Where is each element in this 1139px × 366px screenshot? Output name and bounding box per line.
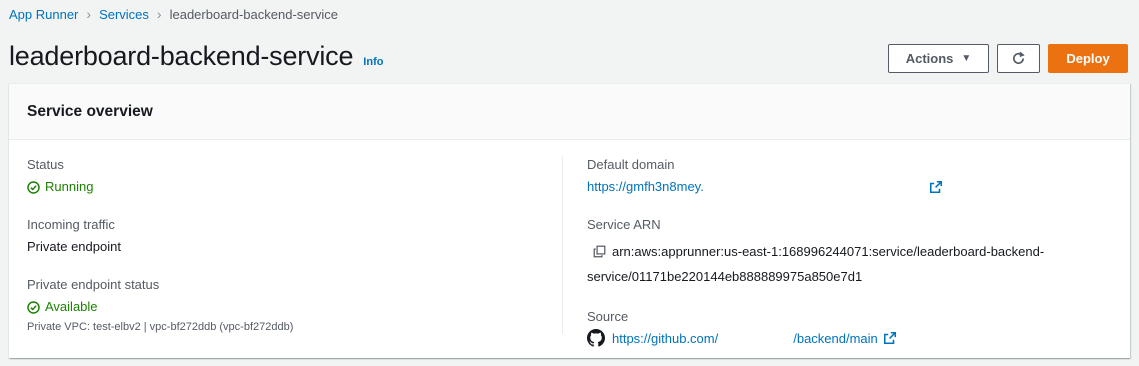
chevron-right-icon: › <box>156 6 162 22</box>
info-link[interactable]: Info <box>363 56 383 68</box>
service-arn-value: arn:aws:apprunner:us-east-1:168996244071… <box>587 239 1107 289</box>
source-link-suffix: /backend/main <box>793 330 878 346</box>
service-arn-line1: arn:aws:apprunner:us-east-1:168996244071… <box>612 244 1045 259</box>
check-circle-icon <box>27 300 40 314</box>
refresh-button[interactable] <box>997 44 1040 73</box>
source-link-prefix: https://github.com/ <box>612 330 719 346</box>
source-label: Source <box>587 309 629 324</box>
breadcrumb-services[interactable]: Services <box>99 7 149 22</box>
private-endpoint-status-text: Available <box>45 299 98 314</box>
deploy-button[interactable]: Deploy <box>1048 44 1128 73</box>
breadcrumb-current: leaderboard-backend-service <box>169 6 338 22</box>
status-field: Status Running <box>27 156 547 197</box>
service-arn-label: Service ARN <box>587 217 661 232</box>
status-value: Running <box>27 177 547 197</box>
page-title: leaderboard-backend-service <box>9 41 354 71</box>
external-link-icon[interactable] <box>883 331 897 345</box>
panel-title: Service overview <box>27 102 153 120</box>
service-arn-line2: service/01171be220144eb888889975a850e7d1 <box>587 269 863 284</box>
column-divider <box>562 156 563 334</box>
service-overview-panel: Service overview Status Running Incoming… <box>9 83 1130 358</box>
chevron-right-icon: › <box>86 6 92 22</box>
actions-button-label: Actions <box>905 51 954 66</box>
source-link[interactable]: https://github.com/ /backend/main <box>612 331 878 346</box>
left-column: Status Running Incoming traffic Private … <box>27 156 547 352</box>
refresh-icon <box>1013 51 1025 64</box>
incoming-traffic-field: Incoming traffic Private endpoint <box>27 216 547 257</box>
breadcrumb-app-runner[interactable]: App Runner <box>9 7 78 22</box>
title-row: leaderboard-backend-service Info <box>9 41 383 72</box>
external-link-icon[interactable] <box>929 180 943 194</box>
private-endpoint-status-field: Private endpoint status Available Privat… <box>27 276 547 333</box>
default-domain-link[interactable]: https://gmfh3n8mey. <box>587 177 704 197</box>
source-row: https://github.com/ /backend/main <box>587 329 1107 347</box>
source-field: Source https://github.com/ /backend/main <box>587 308 1107 347</box>
actions-button[interactable]: Actions ▼ <box>888 44 989 73</box>
right-column: Default domain https://gmfh3n8mey. Servi… <box>587 156 1107 366</box>
private-endpoint-status-label: Private endpoint status <box>27 277 160 292</box>
service-arn-field: Service ARN arn:aws:apprunner:us-east-1:… <box>587 216 1107 289</box>
private-endpoint-status-value: Available <box>27 297 547 317</box>
default-domain-row: https://gmfh3n8mey. <box>587 177 1107 197</box>
incoming-traffic-value: Private endpoint <box>27 239 121 254</box>
status-text: Running <box>45 179 94 194</box>
private-vpc-detail: Private VPC: test-elbv2 | vpc-bf272ddb (… <box>27 321 294 333</box>
incoming-traffic-label: Incoming traffic <box>27 217 115 232</box>
github-icon <box>587 329 605 347</box>
check-circle-icon <box>27 180 40 194</box>
status-label: Status <box>27 157 64 172</box>
default-domain-field: Default domain https://gmfh3n8mey. <box>587 156 1107 197</box>
breadcrumb: App Runner › Services › leaderboard-back… <box>9 5 338 23</box>
panel-header: Service overview <box>9 84 1130 140</box>
default-domain-label: Default domain <box>587 157 675 172</box>
header-actions: Actions ▼ Deploy <box>888 44 1128 73</box>
copy-icon[interactable] <box>593 245 606 258</box>
caret-down-icon: ▼ <box>961 53 972 64</box>
